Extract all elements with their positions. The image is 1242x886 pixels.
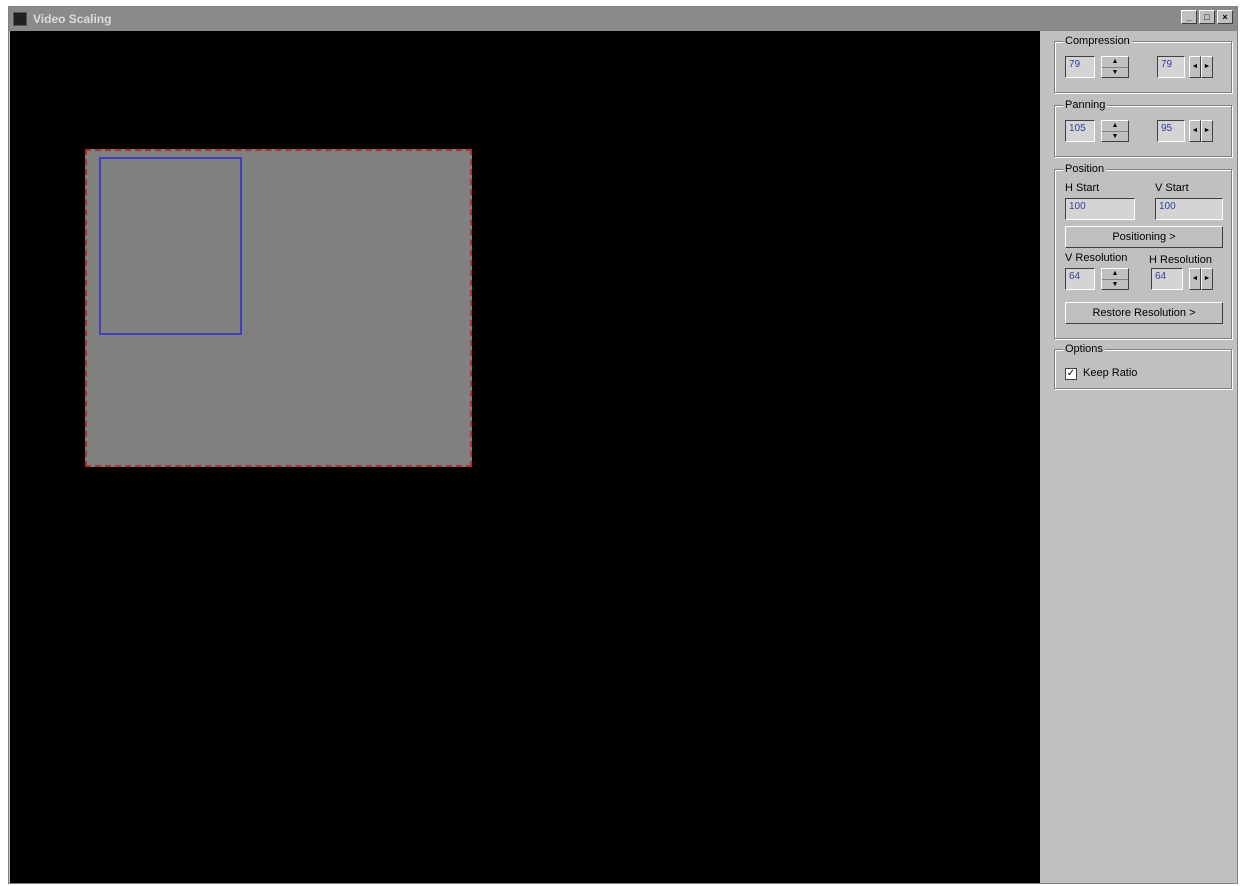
window-title: Video Scaling xyxy=(33,12,112,26)
maximize-button[interactable]: □ xyxy=(1199,10,1215,24)
spin-right-icon[interactable]: ► xyxy=(1201,268,1213,290)
title-bar[interactable]: Video Scaling _ □ × xyxy=(9,7,1237,31)
spin-down-icon[interactable]: ▼ xyxy=(1102,67,1128,78)
h-resolution-label: H Resolution xyxy=(1149,254,1212,266)
v-start-field[interactable]: 100 xyxy=(1155,198,1223,220)
h-start-field[interactable]: 100 xyxy=(1065,198,1135,220)
settings-panel: Compression 79 ▲ ▼ 79 ◄ ► Panning 105 ▲ … xyxy=(1040,31,1237,883)
spin-down-icon[interactable]: ▼ xyxy=(1102,279,1128,290)
video-preview-area[interactable] xyxy=(10,31,1040,883)
restore-resolution-button[interactable]: Restore Resolution > xyxy=(1065,302,1223,324)
spin-up-icon[interactable]: ▲ xyxy=(1102,121,1128,131)
options-label: Options xyxy=(1063,343,1105,355)
spin-right-icon[interactable]: ► xyxy=(1201,56,1213,78)
scaled-video-frame[interactable] xyxy=(85,149,472,467)
h-resolution-field[interactable]: 64 xyxy=(1151,268,1183,290)
h-resolution-spinner[interactable]: ◄ ► xyxy=(1189,268,1213,290)
keep-ratio-checkbox[interactable]: ✓ xyxy=(1065,368,1077,380)
selection-rectangle[interactable] xyxy=(99,157,242,335)
panning-label: Panning xyxy=(1063,99,1108,111)
spin-down-icon[interactable]: ▼ xyxy=(1102,131,1128,142)
v-resolution-label: V Resolution xyxy=(1065,252,1128,264)
spin-up-icon[interactable]: ▲ xyxy=(1102,57,1128,67)
compression-horizontal-spinner[interactable]: ◄ ► xyxy=(1189,56,1213,78)
v-resolution-spinner[interactable]: ▲ ▼ xyxy=(1101,268,1129,290)
v-start-label: V Start xyxy=(1155,182,1189,194)
video-scaling-window: Video Scaling _ □ × Compression 79 ▲ ▼ 7… xyxy=(8,6,1238,884)
spin-up-icon[interactable]: ▲ xyxy=(1102,269,1128,279)
keep-ratio-label[interactable]: Keep Ratio xyxy=(1083,367,1137,379)
h-start-label: H Start xyxy=(1065,182,1100,194)
spin-left-icon[interactable]: ◄ xyxy=(1189,120,1201,142)
app-icon xyxy=(13,12,27,26)
options-group: Options ✓ Keep Ratio xyxy=(1054,343,1232,389)
position-label: Position xyxy=(1063,163,1107,175)
v-resolution-field[interactable]: 64 xyxy=(1065,268,1095,290)
positioning-button[interactable]: Positioning > xyxy=(1065,226,1223,248)
position-group: Position H Start V Start 100 100 Positio… xyxy=(1054,163,1232,339)
close-button[interactable]: × xyxy=(1217,10,1233,24)
spin-right-icon[interactable]: ► xyxy=(1201,120,1213,142)
compression-label: Compression xyxy=(1063,35,1132,47)
panning-value-1[interactable]: 105 xyxy=(1065,120,1095,142)
compression-vertical-spinner[interactable]: ▲ ▼ xyxy=(1101,56,1129,78)
spin-left-icon[interactable]: ◄ xyxy=(1189,56,1201,78)
panning-value-2[interactable]: 95 xyxy=(1157,120,1185,142)
minimize-button[interactable]: _ xyxy=(1181,10,1197,24)
compression-group: Compression 79 ▲ ▼ 79 ◄ ► xyxy=(1054,35,1232,93)
panning-vertical-spinner[interactable]: ▲ ▼ xyxy=(1101,120,1129,142)
spin-left-icon[interactable]: ◄ xyxy=(1189,268,1201,290)
panning-horizontal-spinner[interactable]: ◄ ► xyxy=(1189,120,1213,142)
compression-value-2[interactable]: 79 xyxy=(1157,56,1185,78)
panning-group: Panning 105 ▲ ▼ 95 ◄ ► xyxy=(1054,99,1232,157)
compression-value-1[interactable]: 79 xyxy=(1065,56,1095,78)
